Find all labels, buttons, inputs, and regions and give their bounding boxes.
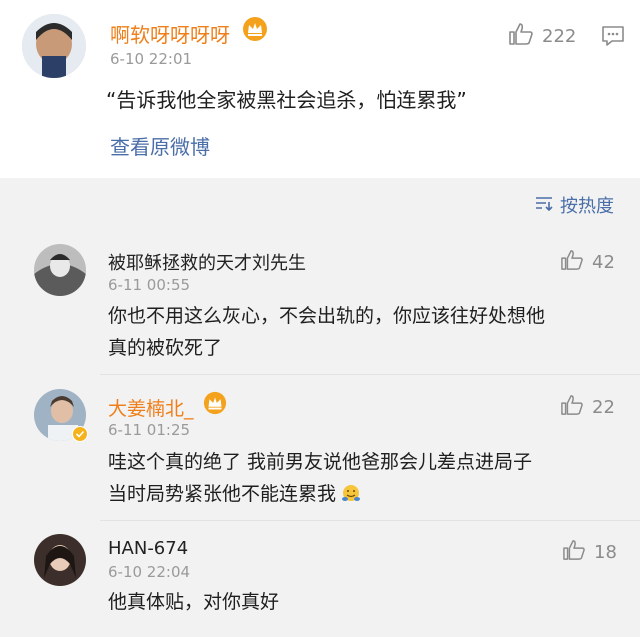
comment-like-button[interactable]: 42 (560, 249, 615, 276)
comment-icon[interactable] (600, 24, 626, 48)
thumbs-up-icon (562, 539, 586, 566)
divider (100, 520, 640, 521)
comment-username[interactable]: 大姜楠北_ (108, 394, 194, 421)
main-post-username[interactable]: 啊软呀呀呀呀 (110, 19, 230, 48)
sort-by-hot-button[interactable]: 按热度 (534, 192, 614, 218)
main-post-avatar[interactable] (22, 14, 86, 78)
comment-text-line: 真的被砍死了 (108, 337, 223, 359)
comment-time: 6-11 00:55 (108, 276, 191, 294)
comment-like-button[interactable]: 22 (560, 394, 615, 421)
main-post-like-button[interactable]: 222 (508, 22, 576, 51)
hug-emoji-icon (340, 483, 362, 505)
sort-label: 按热度 (560, 196, 614, 217)
main-post-like-count: 222 (542, 26, 577, 47)
comment-username[interactable]: 被耶稣拯救的天才刘先生 (108, 249, 306, 275)
comment-avatar[interactable] (34, 244, 86, 296)
comment-text-line: 你也不用这么灰心，不会出轨的，你应该往好处想他 (108, 305, 546, 327)
comment-text-segment: 当时局势紧张他不能连累我 (108, 483, 337, 505)
main-post-text: “告诉我他全家被黑社会追杀，怕连累我” (106, 88, 467, 112)
vip-crown-icon (203, 391, 227, 415)
comment-like-count: 42 (592, 252, 615, 273)
comment-text-line: 他真体贴，对你真好 (108, 591, 280, 613)
main-post-time: 6-10 22:01 (110, 50, 193, 68)
comment-text-line: 哇这个真的绝了 我前男友说他爸那会儿差点进局子 (108, 451, 533, 473)
thumbs-up-icon (560, 249, 584, 276)
comment-like-count: 18 (594, 542, 617, 563)
comment-time: 6-10 22:04 (108, 563, 191, 581)
view-original-link[interactable]: 查看原微博 (110, 131, 210, 160)
thumbs-up-icon (508, 22, 534, 51)
vip-crown-icon (242, 16, 268, 42)
comment-text-line: 当时局势紧张他不能连累我 (108, 478, 362, 510)
divider (100, 374, 640, 375)
comment-time: 6-11 01:25 (108, 421, 191, 439)
comment-like-count: 22 (592, 397, 615, 418)
comment-avatar[interactable] (34, 534, 86, 586)
thumbs-up-icon (560, 394, 584, 421)
comment-like-button[interactable]: 18 (562, 539, 617, 566)
sort-icon (534, 194, 554, 217)
comment-username[interactable]: HAN-674 (108, 538, 188, 559)
verified-badge-icon (72, 426, 88, 442)
